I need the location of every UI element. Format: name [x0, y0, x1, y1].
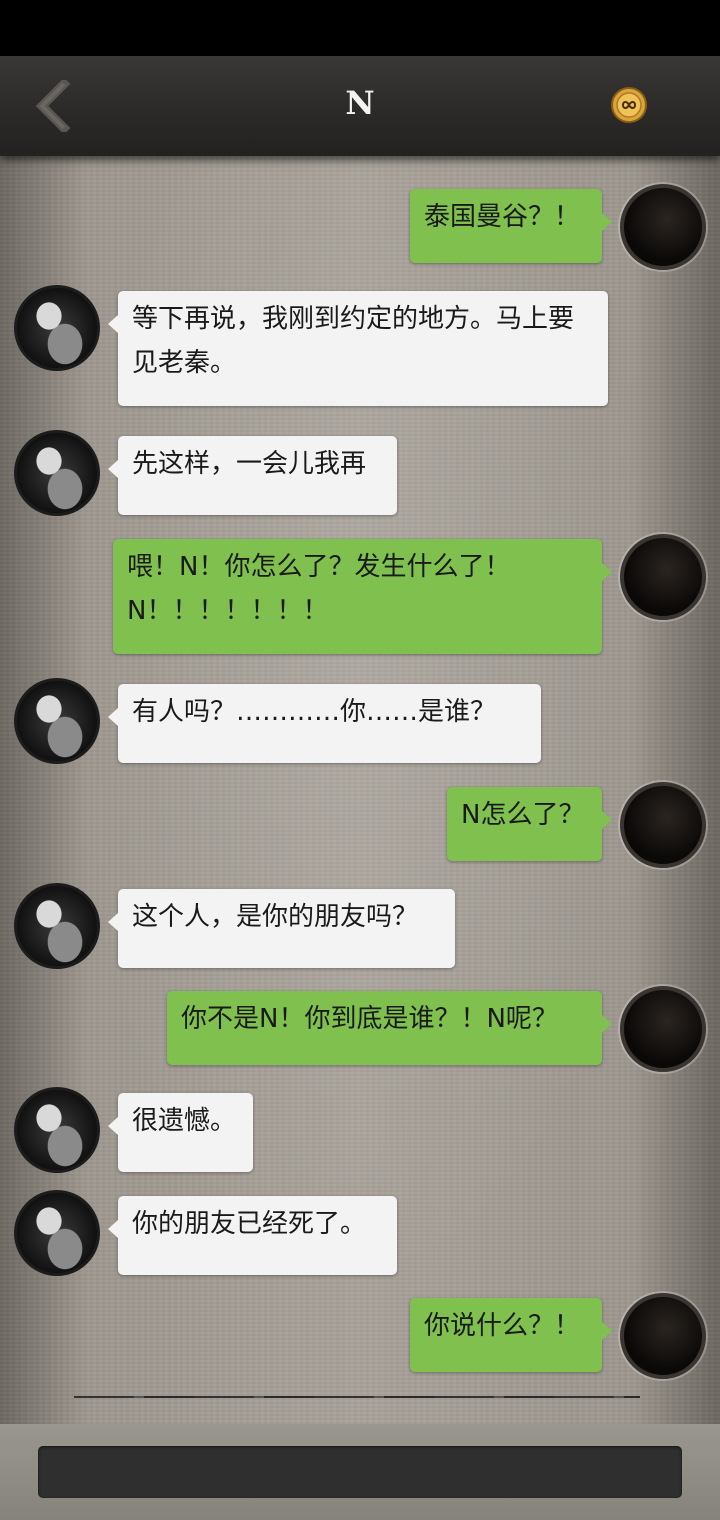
message-bubble-in[interactable]: 这个人，是你的朋友吗？: [108, 889, 455, 968]
nav-bar: N: [0, 56, 720, 156]
divider: [74, 1396, 640, 1398]
menu-button[interactable]: [610, 86, 648, 124]
contact-avatar[interactable]: [14, 678, 100, 764]
contact-avatar[interactable]: [14, 430, 100, 516]
infinity-badge-icon: [611, 87, 647, 123]
message-bubble-in[interactable]: 你的朋友已经死了。: [108, 1196, 397, 1275]
contact-avatar[interactable]: [14, 883, 100, 969]
my-avatar[interactable]: [620, 1293, 706, 1379]
my-avatar[interactable]: [620, 782, 706, 868]
message-input[interactable]: [38, 1446, 682, 1498]
message-bubble-in[interactable]: 很遗憾。: [108, 1093, 253, 1172]
chat-area[interactable]: 泰国曼谷？！ 等下再说，我刚到约定的地方。马上要见老秦。 先这样，一会儿我再 喂…: [0, 156, 720, 1424]
contact-avatar[interactable]: [14, 285, 100, 371]
message-bubble-out[interactable]: 泰国曼谷？！: [410, 189, 612, 263]
message-bubble-in[interactable]: 等下再说，我刚到约定的地方。马上要见老秦。: [108, 291, 608, 406]
message-bubble-out[interactable]: 你不是N！你到底是谁？！N呢？: [167, 991, 612, 1065]
contact-avatar[interactable]: [14, 1190, 100, 1276]
my-avatar[interactable]: [620, 184, 706, 270]
message-bubble-out[interactable]: N怎么了？: [447, 787, 612, 861]
contact-avatar[interactable]: [14, 1087, 100, 1173]
my-avatar[interactable]: [620, 534, 706, 620]
my-avatar[interactable]: [620, 986, 706, 1072]
message-bubble-in[interactable]: 先这样，一会儿我再: [108, 436, 397, 515]
bottom-bar: [0, 1424, 720, 1520]
message-bubble-out[interactable]: 喂！N！你怎么了？发生什么了！N！！！！！！！: [113, 539, 612, 654]
message-bubble-in[interactable]: 有人吗？…………你……是谁？: [108, 684, 541, 763]
message-bubble-out[interactable]: 你说什么？！: [410, 1298, 612, 1372]
status-bar: [0, 0, 720, 56]
